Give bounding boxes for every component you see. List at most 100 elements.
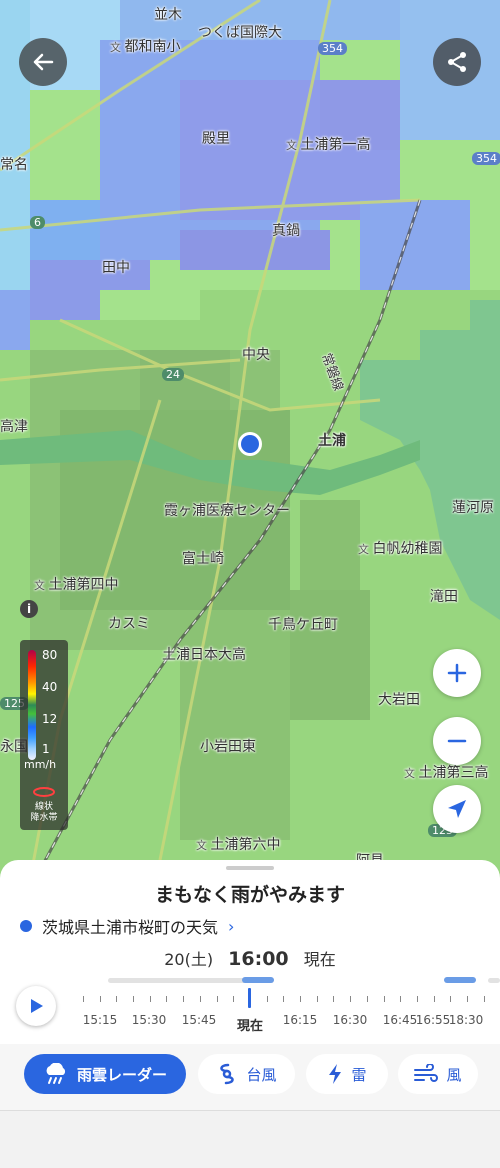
place-label: 大岩田 — [378, 692, 420, 708]
place-label: 土浦第四中 — [34, 574, 119, 594]
current-location-button[interactable] — [433, 785, 481, 833]
station-label: 土浦 — [318, 433, 346, 449]
timeline-tick — [467, 996, 468, 1002]
timeline-label[interactable]: 18:30 — [449, 1013, 484, 1027]
chevron-right-icon: › — [228, 916, 235, 936]
tab-label: 風 — [446, 1065, 462, 1084]
place-label: 千鳥ケ丘町 — [268, 617, 338, 633]
timeline-tick — [283, 996, 284, 1002]
timeline-tick — [183, 996, 184, 1002]
timeline-tick — [100, 996, 101, 1002]
share-icon — [448, 52, 466, 72]
timeline-label[interactable]: 15:45 — [182, 1013, 217, 1027]
zoom-in-button[interactable] — [433, 649, 481, 697]
place-label: 高津 — [0, 419, 28, 435]
legend-value: 1 — [42, 742, 50, 756]
tab-rain-radar[interactable]: 雨雲レーダー — [24, 1054, 186, 1094]
timeline-label[interactable]: 16:55 — [416, 1013, 451, 1027]
timeline-tick — [434, 996, 435, 1002]
lightning-icon — [329, 1064, 342, 1084]
tab-label: 台風 — [246, 1065, 277, 1084]
timeline-tick — [166, 996, 167, 1002]
current-time-display: 20(土) 16:00 現在 — [0, 946, 500, 970]
time-label: 16:00 — [228, 948, 289, 970]
place-label: 白帆幼稚園 — [358, 538, 443, 558]
timeline-tick — [350, 996, 351, 1002]
minus-icon — [447, 739, 467, 743]
tab-label: 雷 — [351, 1065, 367, 1084]
play-icon — [31, 999, 43, 1013]
timeline-tick — [384, 996, 385, 1002]
linear-band-label: 線状 降水帯 — [30, 802, 58, 823]
place-label: 滝田 — [430, 589, 458, 605]
zoom-out-button[interactable] — [433, 717, 481, 765]
timeline-label-now[interactable]: 現在 — [237, 1015, 263, 1034]
place-label: 中央 — [242, 347, 270, 363]
radar-map[interactable]: 354 354 6 24 125 125 並木 つくば国際大 都和南小 殿里 土… — [0, 0, 500, 880]
timeline-tick — [417, 996, 418, 1002]
legend-color-bar — [28, 650, 36, 760]
timeline-label[interactable]: 16:45 — [383, 1013, 418, 1027]
timeline-tick — [200, 996, 201, 1002]
linear-band-icon — [33, 787, 55, 797]
timeline-tick — [333, 996, 334, 1002]
now-label: 現在 — [303, 950, 336, 969]
timeline-forecast-highlight — [444, 977, 476, 983]
timeline-tick — [83, 996, 84, 1002]
route-shield: 354 — [472, 152, 500, 165]
timeline-cursor[interactable] — [248, 988, 251, 1008]
place-label: 真鍋 — [272, 223, 300, 239]
timeline-label[interactable]: 16:30 — [333, 1013, 368, 1027]
place-label: 土浦第一高 — [286, 134, 371, 154]
sheet-handle[interactable] — [226, 866, 274, 870]
timeline-tick — [150, 996, 151, 1002]
place-label: つくば国際大 — [198, 25, 282, 41]
timeline-tick — [233, 996, 234, 1002]
timeline-highlight — [242, 977, 274, 983]
timeline-tick — [484, 996, 485, 1002]
timeline-future-bar — [488, 978, 500, 983]
tab-lightning[interactable]: 雷 — [306, 1054, 388, 1094]
timeline-label[interactable]: 15:30 — [132, 1013, 167, 1027]
tab-label: 雨雲レーダー — [76, 1065, 167, 1084]
timeline-tick — [367, 996, 368, 1002]
route-shield: 354 — [318, 42, 347, 55]
place-label: 霞ヶ浦医療センター — [164, 503, 290, 519]
tab-typhoon[interactable]: 台風 — [198, 1054, 295, 1094]
date-label: 20(土) — [164, 950, 214, 969]
timeline-label[interactable]: 15:15 — [83, 1013, 118, 1027]
arrow-left-icon — [33, 53, 54, 71]
location-dot-icon — [20, 920, 32, 932]
rain-legend: 80 40 12 1 mm/h 線状 降水帯 — [20, 640, 68, 830]
timeline-tick — [400, 996, 401, 1002]
divider — [0, 1110, 500, 1111]
place-label: 田中 — [102, 260, 130, 276]
place-label: 土浦第三高 — [404, 762, 489, 782]
route-shield: 24 — [162, 368, 184, 381]
legend-value: 12 — [42, 712, 58, 726]
navigation-arrow-icon — [448, 800, 466, 818]
place-label: 殿里 — [202, 131, 230, 147]
location-link[interactable]: 茨城県土浦市桜町の天気 › — [20, 914, 234, 938]
play-button[interactable] — [16, 986, 56, 1026]
back-button[interactable] — [19, 38, 67, 86]
legend-value: 40 — [42, 680, 58, 694]
timeline-tick — [300, 996, 301, 1002]
place-label: 都和南小 — [110, 36, 181, 56]
timeline-tick — [116, 996, 117, 1002]
tab-wind[interactable]: 風 — [398, 1054, 478, 1094]
share-button[interactable] — [433, 38, 481, 86]
plus-icon — [447, 663, 467, 683]
place-label: カスミ — [108, 616, 150, 632]
rain-cloud-icon — [46, 1063, 66, 1084]
legend-unit: mm/h — [24, 758, 57, 771]
timeline-tick — [317, 996, 318, 1002]
timeline-tick — [133, 996, 134, 1002]
feature-tabs: 雨雲レーダー 台風 雷 風 — [0, 1044, 500, 1110]
timeline-tick — [267, 996, 268, 1002]
place-label: 小岩田東 — [200, 739, 256, 755]
place-label: 蓮河原 — [452, 500, 494, 516]
info-icon[interactable]: i — [20, 600, 38, 618]
place-label: 富士崎 — [182, 551, 224, 567]
timeline-label[interactable]: 16:15 — [283, 1013, 318, 1027]
